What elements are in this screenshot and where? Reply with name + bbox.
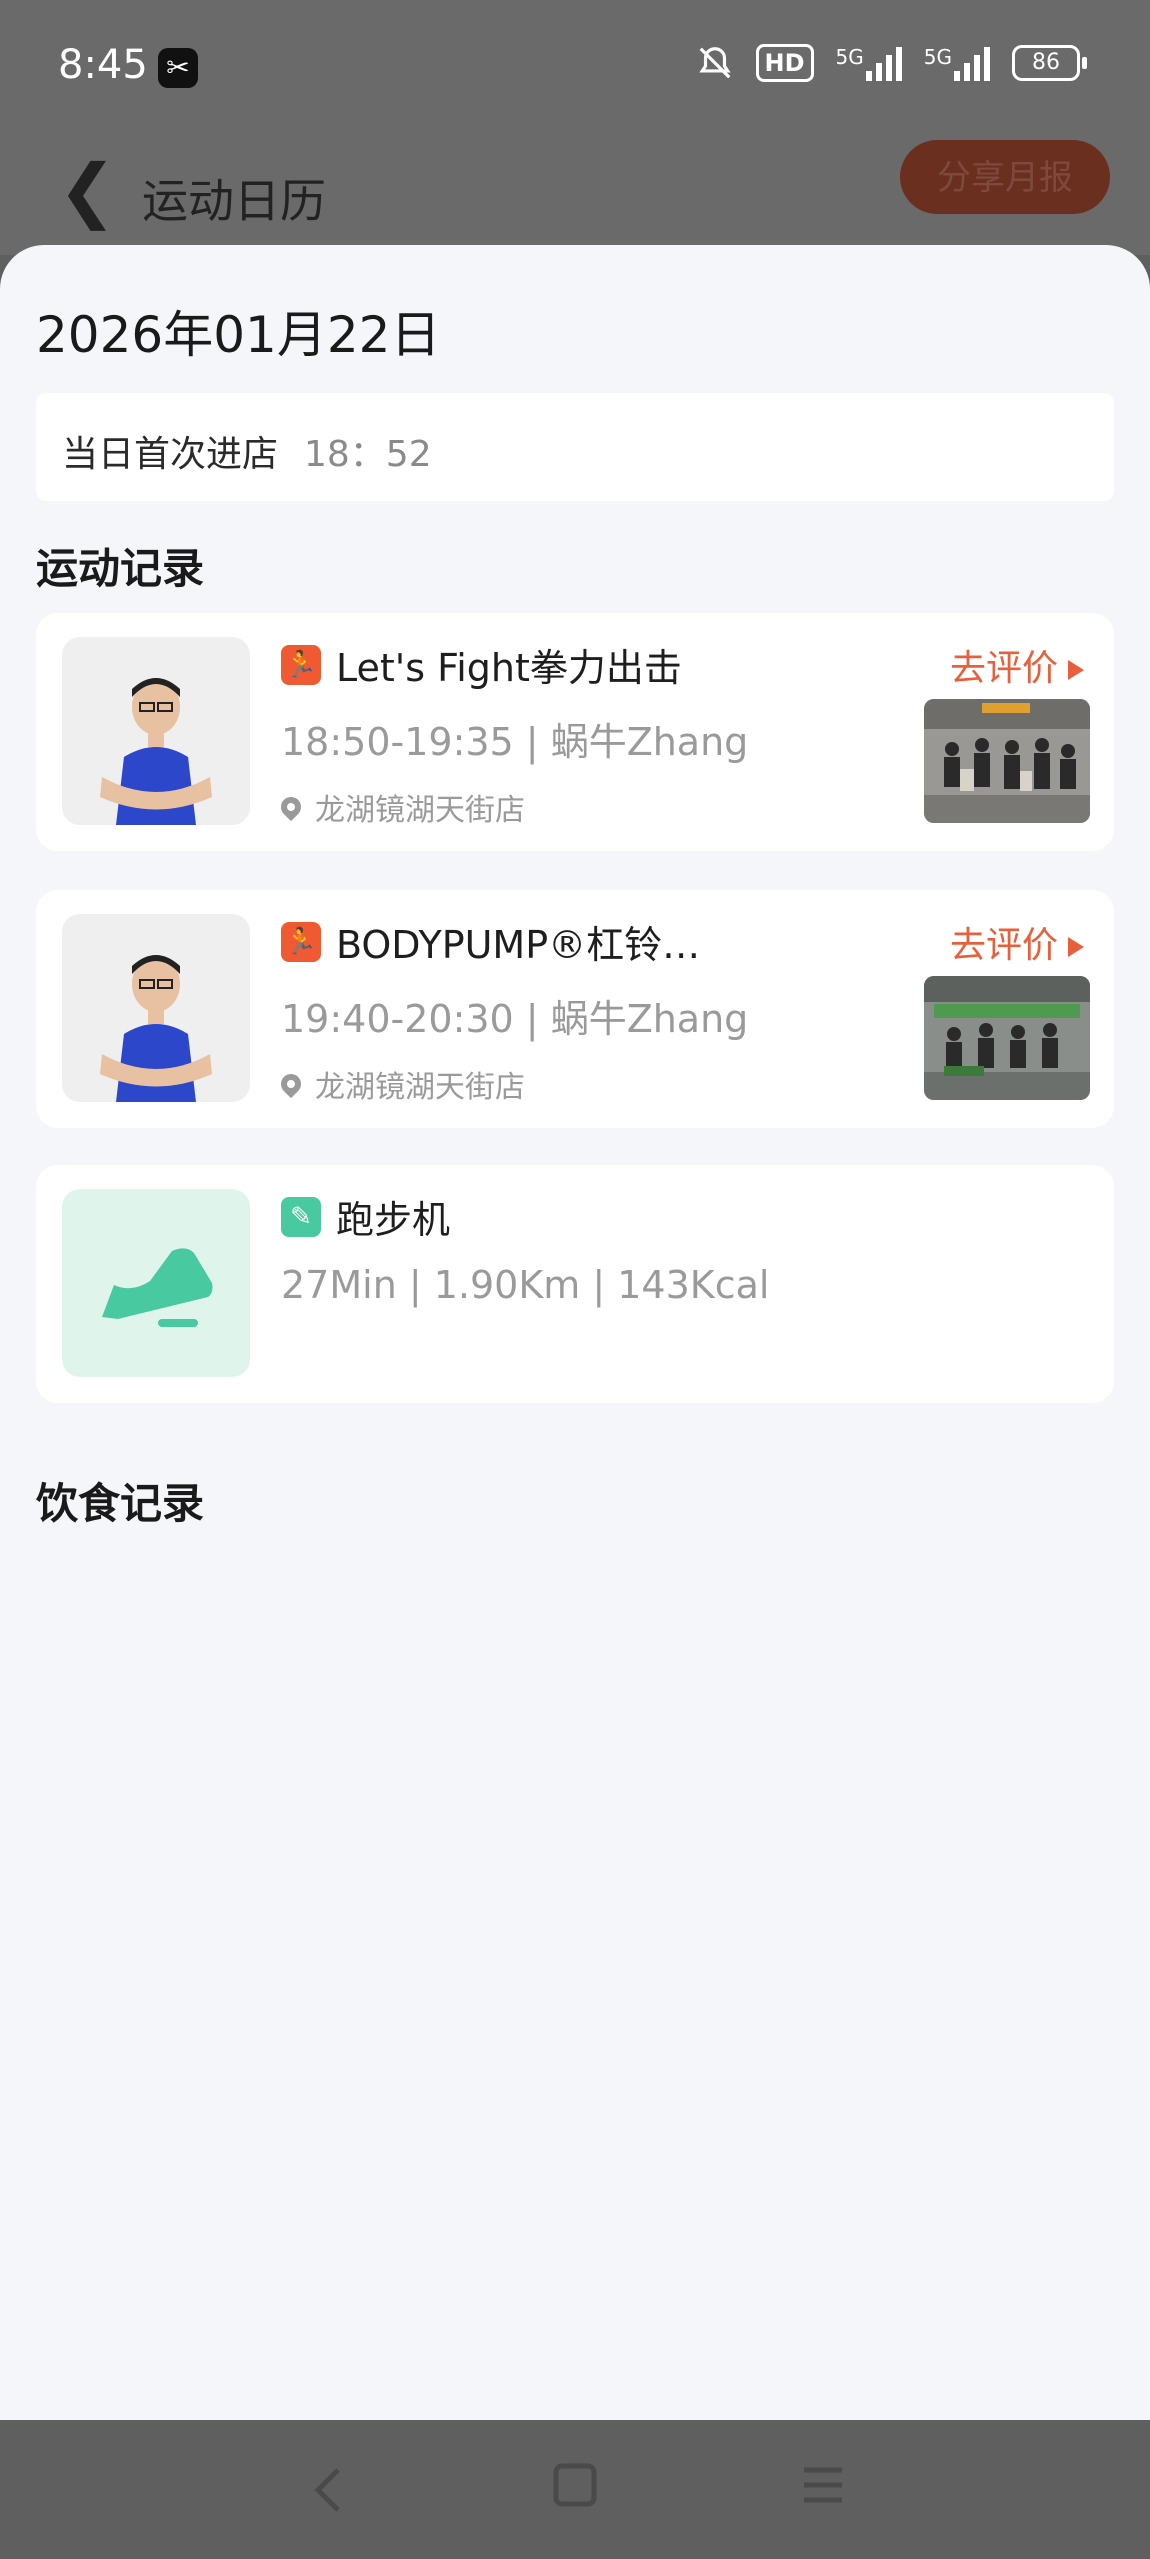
shoe-icon — [62, 1189, 250, 1377]
nav-bar: ❮ 运动日历 分享月报 — [0, 135, 1150, 255]
diet-section-title: 饮食记录 — [36, 1479, 205, 1528]
self-training-icon: ✎ — [281, 1197, 321, 1237]
bell-muted-icon — [698, 47, 731, 79]
class-title: BODYPUMP®杠铃… — [336, 923, 701, 967]
signal-2-icon: 5G — [924, 45, 990, 81]
location-text: 龙湖镜湖天街店 — [315, 793, 525, 828]
signal-1-icon: 5G — [836, 45, 902, 81]
location-text: 龙湖镜湖天街店 — [315, 1070, 525, 1105]
status-time: 8:45 — [58, 42, 148, 88]
coach-avatar — [62, 637, 250, 825]
first-entry-label: 当日首次进店 — [62, 434, 279, 475]
exercise-record-card[interactable]: ✎ 跑步机 27Min | 1.90Km | 143Kcal — [36, 1165, 1114, 1403]
nav-back-icon[interactable] — [308, 2462, 348, 2518]
back-icon[interactable]: ❮ — [58, 145, 117, 235]
nav-menu-icon[interactable] — [800, 2462, 846, 2508]
first-entry-card: 当日首次进店 18：52 — [36, 393, 1114, 501]
system-nav-bar — [0, 2420, 1150, 2559]
exercise-record-card[interactable]: 🏃 Let's Fight拳力出击 18:50-19:35 | 蜗牛Zhang … — [36, 613, 1114, 851]
location-pin-icon — [276, 1069, 306, 1099]
exercise-record-card[interactable]: 🏃 BODYPUMP®杠铃… 19:40-20:30 | 蜗牛Zhang 龙湖镜… — [36, 890, 1114, 1128]
nav-home-icon[interactable] — [552, 2462, 598, 2508]
class-photo[interactable] — [924, 699, 1090, 823]
location-pin-icon — [276, 792, 306, 822]
status-bar: 8:45 ✂ HD 5G 5G 86 — [0, 0, 1150, 135]
class-time-coach: 19:40-20:30 | 蜗牛Zhang — [281, 997, 749, 1041]
page-title: 运动日历 — [142, 174, 326, 228]
rate-button[interactable]: 去评价 — [950, 639, 1084, 691]
activity-stats: 27Min | 1.90Km | 143Kcal — [281, 1263, 770, 1307]
calendar-detail-sheet: 2026年01月22日 当日首次进店 18：52 运动记录 🏃 Let's Fi… — [0, 245, 1150, 2420]
class-photo[interactable] — [924, 976, 1090, 1100]
group-class-icon: 🏃 — [281, 922, 321, 962]
hd-icon: HD — [755, 44, 814, 82]
share-monthly-report-button[interactable]: 分享月报 — [900, 140, 1110, 214]
group-class-icon: 🏃 — [281, 645, 321, 685]
class-location: 龙湖镜湖天街店 — [276, 1062, 525, 1106]
coach-avatar — [62, 914, 250, 1102]
selected-date: 2026年01月22日 — [36, 306, 441, 364]
class-title: Let's Fight拳力出击 — [336, 646, 682, 690]
status-icons: HD 5G 5G 86 — [696, 44, 1087, 82]
battery-icon: 86 — [1012, 45, 1087, 81]
class-location: 龙湖镜湖天街店 — [276, 785, 525, 829]
class-time-coach: 18:50-19:35 | 蜗牛Zhang — [281, 720, 749, 764]
rate-button[interactable]: 去评价 — [950, 916, 1084, 968]
activity-title: 跑步机 — [336, 1198, 451, 1242]
app-notification-icon: ✂ — [158, 48, 198, 88]
first-entry-time: 18：52 — [304, 434, 432, 475]
exercise-section-title: 运动记录 — [36, 544, 205, 593]
